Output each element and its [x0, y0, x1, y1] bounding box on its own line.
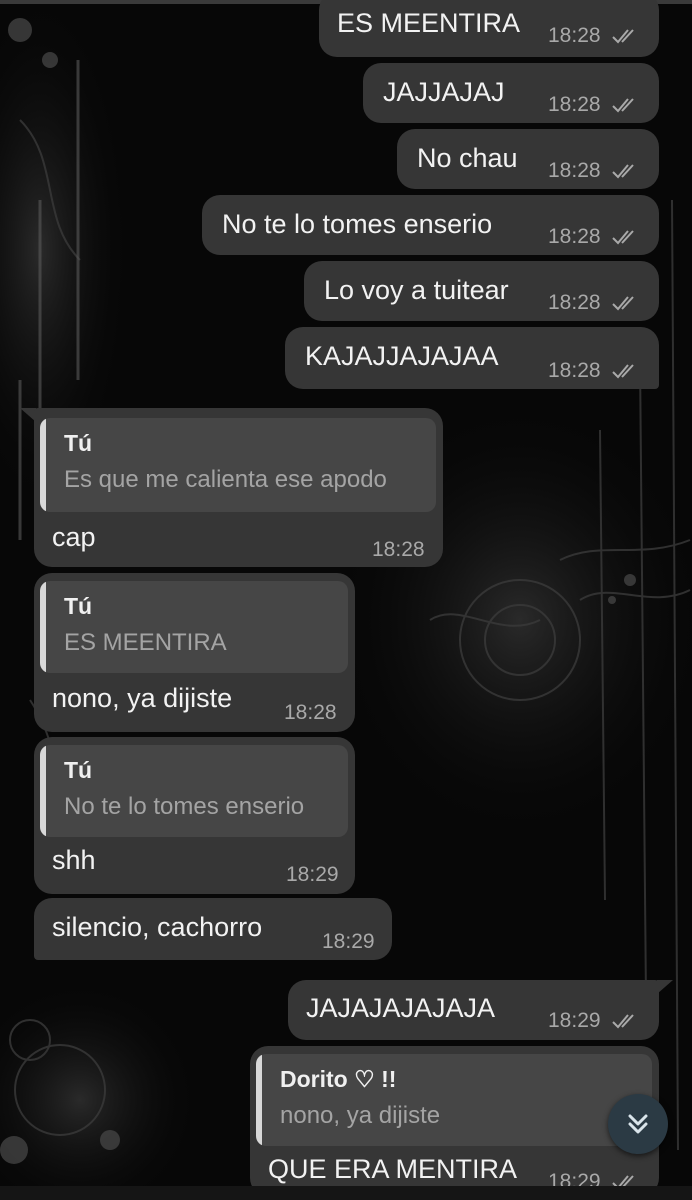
reply-text: Es que me calienta ese apodo [64, 466, 387, 493]
message-bubble-received[interactable]: silencio, cachorro 18:29 [34, 898, 392, 960]
reply-quote[interactable]: Tú Es que me calienta ese apodo [40, 418, 436, 512]
message-bubble-received[interactable]: Tú No te lo tomes enserio shh 18:29 [34, 737, 355, 894]
message-time: 18:28 [548, 93, 601, 116]
message-time: 18:29 [548, 1009, 601, 1032]
double-check-icon [612, 1014, 634, 1029]
message-time: 18:29 [322, 930, 375, 953]
double-check-icon [612, 364, 634, 379]
reply-author: Tú [64, 757, 93, 783]
message-text: JAJJAJAJ [383, 77, 505, 107]
message-text: KAJAJJAJAJAA [305, 341, 499, 371]
message-time: 18:28 [372, 538, 425, 561]
reply-quote-bar [40, 581, 46, 673]
message-bubble-sent[interactable]: No te lo tomes enserio 18:28 [202, 195, 659, 255]
message-text: No te lo tomes enserio [222, 209, 493, 239]
reply-quote[interactable]: Dorito ♡ !! nono, ya dijiste [256, 1054, 652, 1146]
message-text: ES MEENTIRA [337, 8, 521, 38]
message-text: QUE ERA MENTIRA [268, 1154, 518, 1184]
reply-text: No te lo tomes enserio [64, 793, 305, 820]
message-text: nono, ya dijiste [52, 683, 233, 713]
message-bubble-sent[interactable]: KAJAJJAJAJAA 18:28 [285, 327, 659, 389]
bubble-tail [657, 980, 673, 994]
reply-text: nono, ya dijiste [280, 1102, 441, 1129]
message-time: 18:28 [548, 291, 601, 314]
double-check-icon [612, 230, 634, 245]
double-chevron-down-icon [628, 1114, 648, 1134]
message-bubble-received[interactable]: Tú ES MEENTIRA nono, ya dijiste 18:28 [34, 573, 355, 732]
message-text: shh [52, 845, 96, 875]
message-time: 18:28 [548, 359, 601, 382]
input-area-edge [0, 1186, 692, 1200]
message-bubble-sent[interactable]: JAJJAJAJ 18:28 [363, 63, 659, 123]
message-bubble-sent[interactable]: Dorito ♡ !! nono, ya dijiste QUE ERA MEN… [250, 1046, 659, 1196]
reply-author: Tú [64, 430, 93, 456]
message-bubble-sent[interactable]: No chau 18:28 [397, 129, 659, 189]
reply-text: ES MEENTIRA [64, 629, 227, 656]
double-check-icon [612, 98, 634, 113]
reply-author: Dorito ♡ !! [280, 1066, 397, 1092]
reply-quote[interactable]: Tú No te lo tomes enserio [40, 745, 348, 837]
message-bubble-sent[interactable]: Lo voy a tuitear 18:28 [304, 261, 659, 321]
message-time: 18:28 [548, 24, 601, 47]
message-time: 18:28 [284, 701, 337, 724]
message-time: 18:29 [286, 863, 339, 886]
message-time: 18:28 [548, 225, 601, 248]
double-check-icon [612, 296, 634, 311]
message-bubble-received[interactable]: Tú Es que me calienta ese apodo cap 18:2… [34, 408, 443, 567]
reply-quote-bar [256, 1054, 262, 1146]
message-text: silencio, cachorro [52, 912, 263, 942]
message-bubble-sent[interactable]: JAJAJAJAJAJA 18:29 [288, 980, 659, 1040]
message-text: Lo voy a tuitear [324, 275, 509, 305]
scroll-down-button[interactable] [608, 1094, 668, 1154]
message-time: 18:28 [548, 159, 601, 182]
reply-author: Tú [64, 593, 93, 619]
message-text: JAJAJAJAJAJA [306, 993, 496, 1023]
message-text: cap [52, 522, 96, 552]
reply-quote-bar [40, 745, 46, 837]
reply-quote-bar [40, 418, 46, 512]
double-check-icon [612, 29, 634, 44]
double-check-icon [612, 164, 634, 179]
message-bubble-sent[interactable]: ES MEENTIRA 18:28 [319, 0, 659, 57]
message-text: No chau [417, 143, 518, 173]
reply-quote[interactable]: Tú ES MEENTIRA [40, 581, 348, 673]
